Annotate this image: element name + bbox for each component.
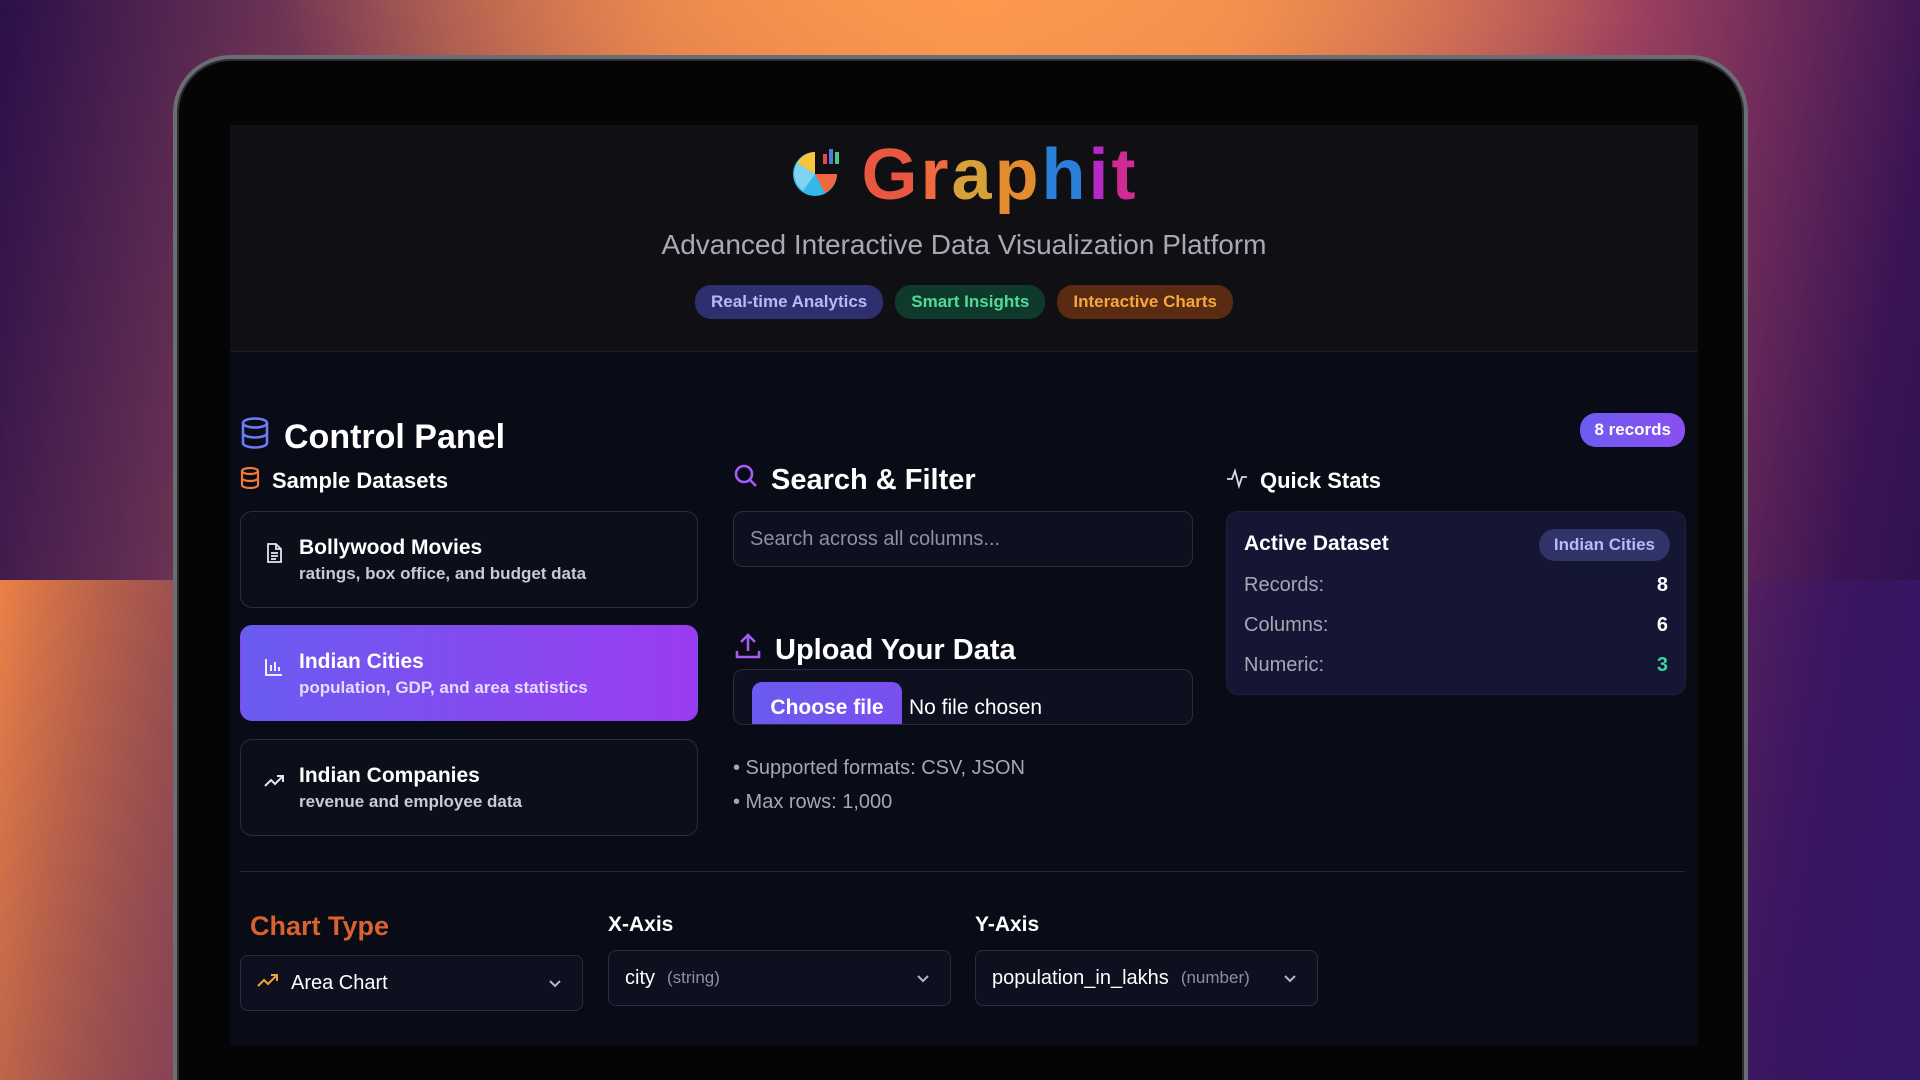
stat-value: 8 bbox=[1656, 574, 1668, 596]
stat-label: Columns: bbox=[1244, 614, 1329, 636]
app-header: Graphit Advanced Interactive Data Visual… bbox=[230, 125, 1698, 352]
chart-type-select[interactable]: Area Chart bbox=[240, 955, 583, 1011]
quick-stats-heading: Quick Stats bbox=[1226, 467, 1381, 495]
section-divider bbox=[240, 871, 1685, 872]
brand-row: Graphit bbox=[230, 139, 1698, 211]
records-count-badge: 8 records bbox=[1580, 413, 1685, 447]
badge-smart-insights: Smart Insights bbox=[895, 285, 1046, 319]
dataset-card-bollywood-movies[interactable]: Bollywood Movies ratings, box office, an… bbox=[240, 511, 698, 608]
stat-value: 3 bbox=[1656, 654, 1668, 676]
dataset-title: Bollywood Movies bbox=[299, 536, 483, 559]
upload-note-formats: • Supported formats: CSV, JSON bbox=[733, 757, 1025, 779]
dataset-description: revenue and employee data bbox=[299, 792, 522, 811]
chart-type-label: Chart Type bbox=[250, 911, 390, 941]
document-icon bbox=[263, 542, 285, 564]
quick-stats-card: Active Dataset Indian Cities Records: 8 … bbox=[1226, 511, 1686, 695]
upload-icon bbox=[733, 631, 763, 669]
chevron-down-icon bbox=[914, 969, 932, 992]
feature-badges: Real-time Analytics Smart Insights Inter… bbox=[230, 285, 1698, 319]
pie-chart-logo-icon bbox=[789, 144, 847, 207]
active-dataset-badge: Indian Cities bbox=[1538, 529, 1670, 561]
dataset-card-indian-cities[interactable]: Indian Cities population, GDP, and area … bbox=[240, 625, 698, 721]
x-axis-value: city bbox=[625, 966, 655, 989]
x-axis-select[interactable]: city (string) bbox=[608, 950, 951, 1006]
app-screen: Graphit Advanced Interactive Data Visual… bbox=[230, 125, 1698, 1045]
search-input[interactable] bbox=[750, 527, 1176, 551]
stat-label: Numeric: bbox=[1244, 654, 1325, 676]
y-axis-type: (number) bbox=[1180, 968, 1250, 987]
badge-realtime-analytics: Real-time Analytics bbox=[695, 285, 884, 319]
y-axis-select[interactable]: population_in_lakhs (number) bbox=[975, 950, 1318, 1006]
x-axis-type: (string) bbox=[667, 968, 720, 987]
brand-name: Graphit bbox=[861, 135, 1139, 215]
x-axis-label: X-Axis bbox=[608, 913, 674, 936]
search-input-wrapper bbox=[733, 511, 1193, 567]
activity-icon bbox=[1226, 467, 1248, 495]
upload-note-max-rows: • Max rows: 1,000 bbox=[733, 791, 893, 813]
dataset-description: population, GDP, and area statistics bbox=[299, 678, 588, 697]
dataset-description: ratings, box office, and budget data bbox=[299, 564, 587, 583]
stat-row-columns: Columns: 6 bbox=[1244, 614, 1668, 637]
trending-up-icon bbox=[263, 770, 285, 792]
badge-interactive-charts: Interactive Charts bbox=[1057, 285, 1233, 319]
y-axis-label: Y-Axis bbox=[975, 913, 1040, 936]
choose-file-button[interactable]: Choose file bbox=[752, 682, 902, 724]
dataset-card-indian-companies[interactable]: Indian Companies revenue and employee da… bbox=[240, 739, 698, 836]
chevron-down-icon bbox=[546, 974, 564, 997]
stat-row-records: Records: 8 bbox=[1244, 574, 1668, 597]
search-filter-heading: Search & Filter bbox=[733, 463, 976, 497]
bar-chart-icon bbox=[263, 656, 285, 678]
database-icon bbox=[240, 466, 260, 495]
database-icon bbox=[240, 417, 270, 458]
app-subtitle: Advanced Interactive Data Visualization … bbox=[661, 229, 1267, 260]
dataset-title: Indian Cities bbox=[299, 650, 424, 673]
trending-up-icon bbox=[257, 972, 279, 995]
chart-type-value: Area Chart bbox=[291, 971, 388, 994]
control-panel-title: Control Panel bbox=[240, 417, 505, 458]
file-upload-input[interactable]: Choose file No file chosen bbox=[733, 669, 1193, 725]
upload-heading: Upload Your Data bbox=[733, 631, 1016, 669]
y-axis-value: population_in_lakhs bbox=[992, 966, 1169, 989]
stat-value: 6 bbox=[1656, 614, 1668, 636]
file-status: No file chosen bbox=[909, 696, 1043, 719]
search-icon bbox=[733, 463, 759, 497]
stat-row-numeric: Numeric: 3 bbox=[1244, 654, 1668, 677]
dataset-title: Indian Companies bbox=[299, 764, 480, 787]
chevron-down-icon bbox=[1281, 969, 1299, 992]
active-dataset-label: Active Dataset bbox=[1244, 532, 1389, 555]
stat-label: Records: bbox=[1244, 574, 1325, 596]
laptop-frame: Graphit Advanced Interactive Data Visual… bbox=[173, 55, 1748, 1080]
sample-datasets-heading: Sample Datasets bbox=[240, 466, 448, 495]
